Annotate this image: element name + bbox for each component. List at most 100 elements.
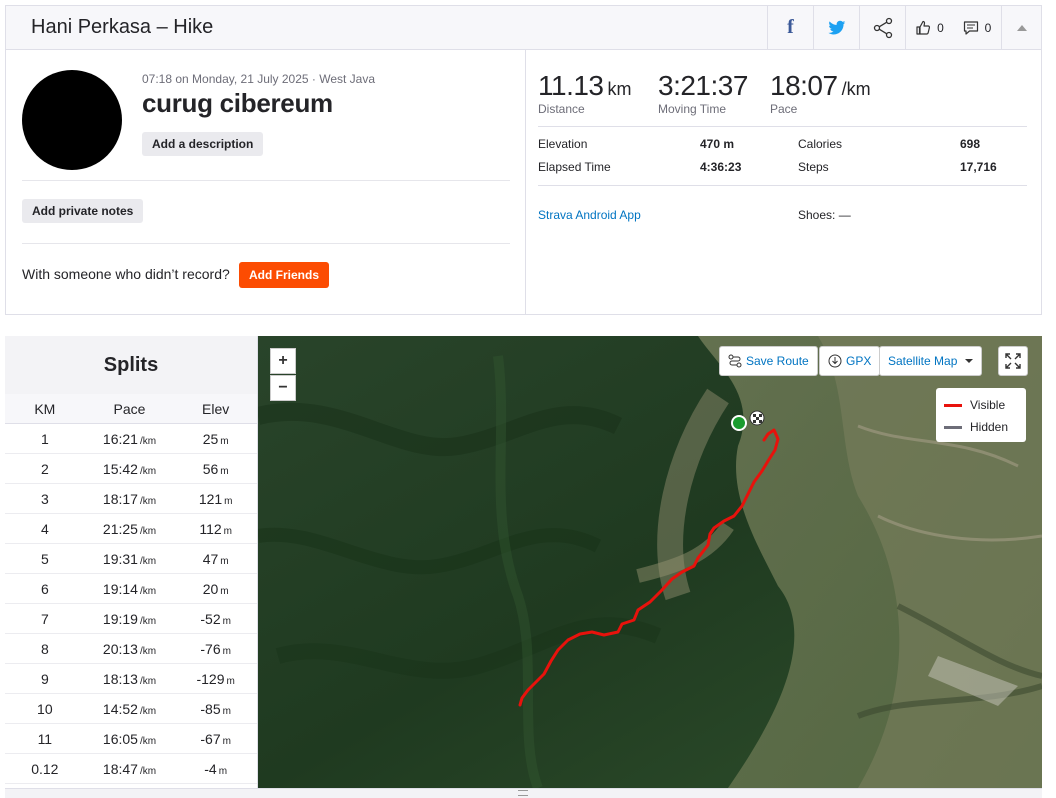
split-elev-value: 56 (202, 460, 219, 477)
avatar[interactable] (22, 70, 122, 170)
share-icon (873, 17, 892, 38)
activity-title: curug cibereum (142, 88, 333, 118)
split-row[interactable]: 6 19:14/km 20 m (5, 574, 257, 604)
split-elev-unit: m (222, 735, 231, 747)
split-elev-value: 47 (202, 550, 219, 567)
split-elev-unit: m (222, 645, 231, 657)
split-elev-value: -4 (204, 760, 217, 777)
split-pace-unit: /km (139, 675, 157, 687)
comment-button[interactable]: 0 (953, 6, 1001, 49)
split-pace-unit: /km (139, 435, 157, 447)
split-pace-unit: /km (139, 465, 157, 477)
split-row[interactable]: 7 19:19/km -52 m (5, 604, 257, 634)
facebook-icon: f (787, 16, 794, 38)
expand-icon (1005, 353, 1021, 369)
split-km: 0.12 (31, 760, 59, 777)
split-pace-unit: /km (139, 705, 157, 717)
calories-value: 698 (960, 137, 981, 151)
elevation-label: Elevation (538, 137, 588, 151)
split-elev-value: -76 (200, 640, 221, 657)
legend-hidden-label: Hidden (970, 420, 1009, 434)
split-elev-unit: m (220, 585, 229, 597)
split-km: 6 (40, 580, 49, 597)
split-pace: 15:42/km (85, 461, 175, 477)
facebook-share-button[interactable]: f (767, 6, 813, 49)
map-type-dropdown[interactable]: Satellite Map (879, 346, 983, 376)
add-description-button[interactable]: Add a description (142, 132, 264, 156)
divider (22, 243, 510, 244)
fullscreen-button[interactable] (998, 346, 1028, 376)
split-pace-unit: /km (139, 555, 157, 567)
split-pace-value: 20:13 (102, 640, 138, 657)
split-row[interactable]: 4 21:25/km 112 m (5, 514, 257, 544)
resize-handle[interactable] (5, 788, 1042, 798)
split-pace-unit: /km (139, 735, 157, 747)
split-pace: 16:21/km (85, 431, 175, 447)
hidden-swatch (944, 425, 962, 429)
split-pace: 19:31/km (85, 551, 175, 567)
split-pace-unit: /km (139, 645, 157, 657)
splits-panel: Splits KM Pace Elev 1 16:21/km 25 m 2 15:42/k… (5, 336, 258, 788)
split-elev-unit: m (220, 465, 229, 477)
split-row[interactable]: 5 19:31/km 47 m (5, 544, 257, 574)
split-km: 7 (40, 610, 49, 627)
split-elev: 25 m (174, 431, 257, 447)
comment-count: 0 (984, 20, 992, 35)
split-pace: 20:13/km (85, 641, 175, 657)
legend-hidden: Hidden (944, 416, 1018, 438)
divider (538, 126, 1027, 127)
calories-label: Calories (798, 137, 843, 151)
split-pace-unit: /km (139, 525, 157, 537)
activity-details: 07:18 on Monday, 21 July 2025 · West Jav… (6, 50, 526, 314)
split-elev: -52 m (174, 611, 257, 627)
map-legend: Visible Hidden (936, 388, 1026, 442)
split-row[interactable]: 1 16:21/km 25 m (5, 424, 257, 454)
split-pace: 21:25/km (85, 521, 175, 537)
split-row[interactable]: 9 18:13/km -129 m (5, 664, 257, 694)
activity-summary: 07:18 on Monday, 21 July 2025 · West Jav… (5, 50, 1042, 315)
split-row[interactable]: 3 18:17/km 121 m (5, 484, 257, 514)
split-km: 10 (37, 700, 53, 717)
route-map[interactable]: + − Save Route GPX Satellite Map Visible… (258, 336, 1042, 788)
split-elev-value: -52 (200, 610, 221, 627)
zoom-in-button[interactable]: + (270, 348, 296, 374)
split-row[interactable]: 0.12 18:47/km -4 m (5, 754, 257, 784)
zoom-out-button[interactable]: − (270, 375, 296, 401)
split-row[interactable]: 11 16:05/km -67 m (5, 724, 257, 754)
twitter-share-button[interactable] (813, 6, 859, 49)
elapsed-time-value: 4:36:23 (700, 160, 742, 174)
activity-meta: 07:18 on Monday, 21 July 2025 · West Jav… (142, 72, 376, 86)
split-row[interactable]: 10 14:52/km -85 m (5, 694, 257, 724)
splits-table: 1 16:21/km 25 m 2 15:42/km 56 m 3 18:17/km 121 m 4 21… (5, 424, 257, 784)
split-pace-value: 15:42 (102, 460, 138, 477)
km-header: KM (34, 400, 56, 417)
share-button[interactable] (859, 6, 905, 49)
elevation-value: 470 m (700, 137, 735, 151)
elapsed-time-label: Elapsed Time (538, 160, 611, 174)
split-row[interactable]: 8 20:13/km -76 m (5, 634, 257, 664)
split-pace-unit: /km (139, 495, 157, 507)
save-route-button[interactable]: Save Route (719, 346, 818, 376)
split-elev: 112 m (174, 521, 257, 537)
twitter-icon (827, 20, 845, 34)
comment-icon (963, 20, 978, 35)
pace-label: Pace (770, 102, 798, 116)
add-friends-button[interactable]: Add Friends (239, 262, 330, 288)
split-elev-value: -67 (200, 730, 221, 747)
device-link[interactable]: Strava Android App (538, 208, 641, 222)
split-elev-unit: m (222, 705, 231, 717)
add-private-notes-button[interactable]: Add private notes (22, 199, 144, 223)
moving-time-value: 3:21:37 (658, 70, 748, 101)
split-row[interactable]: 2 15:42/km 56 m (5, 454, 257, 484)
caret-down-icon (965, 359, 974, 363)
split-pace-value: 19:19 (102, 610, 138, 627)
kudos-button[interactable]: 0 (905, 6, 953, 49)
split-pace-unit: /km (139, 615, 157, 627)
split-elev: -85 m (174, 701, 257, 717)
split-elev-value: -129 (196, 670, 225, 687)
split-pace: 16:05/km (85, 731, 175, 747)
gpx-download-button[interactable]: GPX (819, 346, 881, 376)
visible-swatch (944, 403, 962, 407)
split-pace: 14:52/km (85, 701, 175, 717)
collapse-button[interactable] (1001, 6, 1041, 49)
